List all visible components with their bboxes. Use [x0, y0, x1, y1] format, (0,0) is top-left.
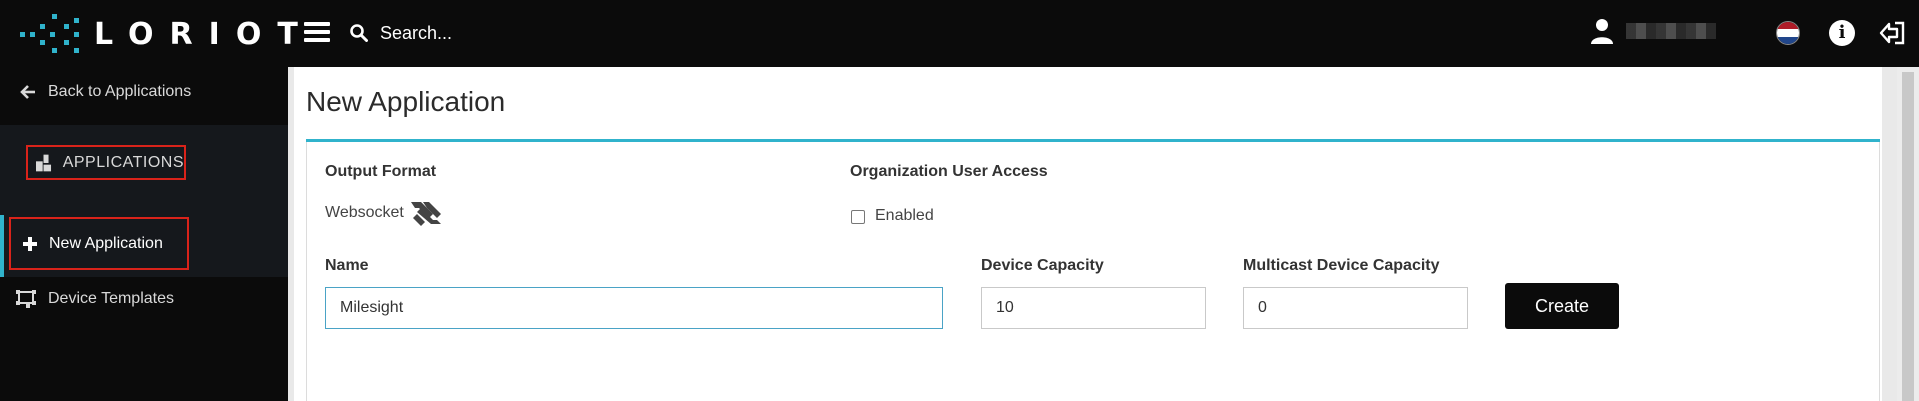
- search-input[interactable]: Search...: [380, 23, 452, 44]
- user-icon: [1591, 19, 1613, 44]
- user-name-redacted: [1626, 23, 1716, 39]
- name-input[interactable]: Milesight: [325, 287, 943, 329]
- applications-label: APPLICATIONS: [62, 153, 184, 171]
- multicast-capacity-input[interactable]: 0: [1243, 287, 1468, 329]
- page-title: New Application: [306, 86, 506, 117]
- top-bar: LORIOT Search... i: [0, 0, 1919, 67]
- create-button[interactable]: Create: [1505, 283, 1619, 329]
- websocket-label: Websocket: [325, 204, 404, 221]
- logo-text: LORIOT: [94, 16, 314, 52]
- sidebar-item-new-application[interactable]: New Application: [9, 217, 189, 270]
- org-access-label: Organization User Access: [850, 163, 1048, 180]
- output-format-value: Websocket: [325, 198, 444, 228]
- new-application-label: New Application: [49, 234, 163, 252]
- name-label: Name: [325, 257, 369, 274]
- sidebar: Back to Applications APPLICATIONS New Ap…: [0, 67, 288, 401]
- sidebar-item-device-templates[interactable]: Device Templates: [16, 289, 174, 309]
- info-icon[interactable]: i: [1829, 20, 1855, 46]
- menu-icon[interactable]: [304, 22, 330, 44]
- user-menu[interactable]: [1590, 18, 1716, 44]
- applications-icon: [36, 154, 52, 171]
- back-label: Back to Applications: [48, 83, 192, 100]
- device-capacity-input[interactable]: 10: [981, 287, 1206, 329]
- sidebar-item-applications[interactable]: APPLICATIONS: [26, 145, 186, 180]
- search-icon: [350, 24, 368, 42]
- loriot-mark-icon: [20, 14, 79, 53]
- device-templates-icon: [16, 290, 36, 308]
- plus-icon: [23, 236, 37, 251]
- search-box[interactable]: Search...: [350, 18, 452, 48]
- enabled-checkbox[interactable]: [851, 210, 865, 224]
- device-templates-label: Device Templates: [48, 290, 174, 307]
- loriot-logo[interactable]: LORIOT: [20, 10, 314, 58]
- arrow-left-icon: [20, 85, 35, 99]
- back-to-applications-link[interactable]: Back to Applications: [20, 83, 191, 101]
- websocket-icon: [410, 202, 441, 226]
- enabled-label: Enabled: [875, 207, 934, 224]
- output-format-label: Output Format: [325, 163, 437, 180]
- multicast-capacity-label: Multicast Device Capacity: [1243, 257, 1440, 274]
- flag-netherlands-icon[interactable]: [1776, 21, 1800, 45]
- active-indicator: [0, 215, 4, 277]
- logout-icon[interactable]: [1877, 18, 1907, 48]
- device-capacity-label: Device Capacity: [981, 257, 1104, 274]
- scrollbar-thumb[interactable]: [1902, 72, 1914, 401]
